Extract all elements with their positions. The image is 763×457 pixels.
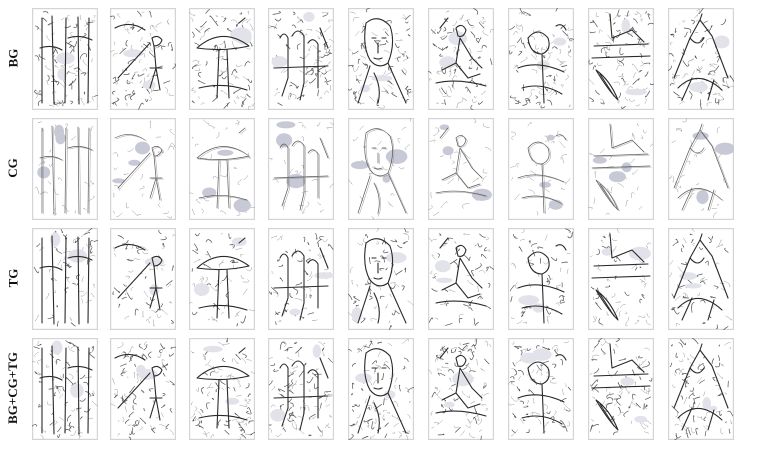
edge-map-people-group bbox=[268, 118, 334, 220]
edge-map-boat-and-rocks bbox=[588, 8, 654, 110]
edge-map-people-group bbox=[268, 228, 334, 330]
sketch-image bbox=[588, 8, 654, 110]
edge-map-boat-and-rocks bbox=[588, 338, 654, 440]
sketch-image bbox=[268, 8, 334, 110]
edge-map-tree-trunks bbox=[32, 338, 98, 440]
sketch-image bbox=[268, 118, 334, 220]
edge-map-flower-bush bbox=[508, 338, 574, 440]
sketch-image bbox=[110, 8, 176, 110]
sketch-image bbox=[588, 118, 654, 220]
sketch-image bbox=[268, 338, 334, 440]
row-cg: CG bbox=[0, 118, 763, 228]
edge-map-seated-person bbox=[428, 228, 494, 330]
edge-map-seated-person bbox=[428, 8, 494, 110]
row-label: BG bbox=[0, 8, 26, 108]
edge-map-tree-trunks bbox=[32, 118, 98, 220]
sketch-image bbox=[668, 8, 734, 110]
sketch-image bbox=[668, 338, 734, 440]
edge-map-girl-with-umbrella-pole bbox=[110, 228, 176, 330]
row-label: CG bbox=[0, 118, 26, 218]
row-tg: TG bbox=[0, 228, 763, 338]
sketch-image bbox=[428, 228, 494, 330]
row-all: BG+CG+TG bbox=[0, 338, 763, 448]
sketch-image bbox=[348, 8, 414, 110]
row-label-text: BG bbox=[4, 48, 20, 68]
sketch-image bbox=[428, 338, 494, 440]
edge-map-girl-with-umbrella-pole bbox=[110, 338, 176, 440]
sketch-image bbox=[189, 338, 255, 440]
edge-map-flower-bush bbox=[508, 118, 574, 220]
sketch-image bbox=[32, 118, 98, 220]
sketch-image bbox=[508, 118, 574, 220]
sketch-image bbox=[110, 228, 176, 330]
sketch-image bbox=[189, 118, 255, 220]
sketch-image bbox=[32, 8, 98, 110]
sketch-image bbox=[32, 228, 98, 330]
edge-map-mushroom bbox=[189, 8, 255, 110]
row-label-text: TG bbox=[4, 268, 20, 288]
edge-map-face-portrait bbox=[348, 338, 414, 440]
edge-map-tree-trunks bbox=[32, 8, 98, 110]
sketch-image bbox=[189, 8, 255, 110]
edge-map-people-group bbox=[268, 8, 334, 110]
edge-map-mushroom bbox=[189, 338, 255, 440]
edge-map-seated-person bbox=[428, 118, 494, 220]
sketch-image bbox=[268, 228, 334, 330]
sketch-image bbox=[110, 338, 176, 440]
edge-map-face-portrait bbox=[348, 228, 414, 330]
edge-map-girl-with-umbrella-pole bbox=[110, 8, 176, 110]
sketch-image bbox=[668, 118, 734, 220]
edge-map-mountain-peak bbox=[668, 228, 734, 330]
sketch-image bbox=[428, 8, 494, 110]
sketch-image bbox=[508, 228, 574, 330]
edge-map-mountain-peak bbox=[668, 8, 734, 110]
edge-map-face-portrait bbox=[348, 8, 414, 110]
sketch-image bbox=[348, 228, 414, 330]
row-label-text: BG+CG+TG bbox=[5, 352, 21, 424]
edge-map-tree-trunks bbox=[32, 228, 98, 330]
row-label: BG+CG+TG bbox=[0, 338, 26, 438]
edge-detection-comparison-grid: BG CG TG BG+CG+TG bbox=[0, 0, 763, 457]
edge-map-boat-and-rocks bbox=[588, 118, 654, 220]
sketch-image bbox=[588, 338, 654, 440]
edge-map-flower-bush bbox=[508, 228, 574, 330]
sketch-image bbox=[348, 118, 414, 220]
sketch-image bbox=[508, 8, 574, 110]
sketch-image bbox=[110, 118, 176, 220]
sketch-image bbox=[588, 228, 654, 330]
row-label-text: CG bbox=[5, 158, 20, 178]
row-bg: BG bbox=[0, 8, 763, 118]
sketch-image bbox=[189, 228, 255, 330]
sketch-image bbox=[428, 118, 494, 220]
edge-map-mountain-peak bbox=[668, 118, 734, 220]
sketch-image bbox=[508, 338, 574, 440]
edge-map-face-portrait bbox=[348, 118, 414, 220]
edge-map-people-group bbox=[268, 338, 334, 440]
edge-map-seated-person bbox=[428, 338, 494, 440]
sketch-image bbox=[32, 338, 98, 440]
edge-map-boat-and-rocks bbox=[588, 228, 654, 330]
edge-map-girl-with-umbrella-pole bbox=[110, 118, 176, 220]
edge-map-mountain-peak bbox=[668, 338, 734, 440]
row-label: TG bbox=[0, 228, 26, 328]
sketch-image bbox=[348, 338, 414, 440]
sketch-image bbox=[668, 228, 734, 330]
edge-map-mushroom bbox=[189, 118, 255, 220]
edge-map-mushroom bbox=[189, 228, 255, 330]
edge-map-flower-bush bbox=[508, 8, 574, 110]
